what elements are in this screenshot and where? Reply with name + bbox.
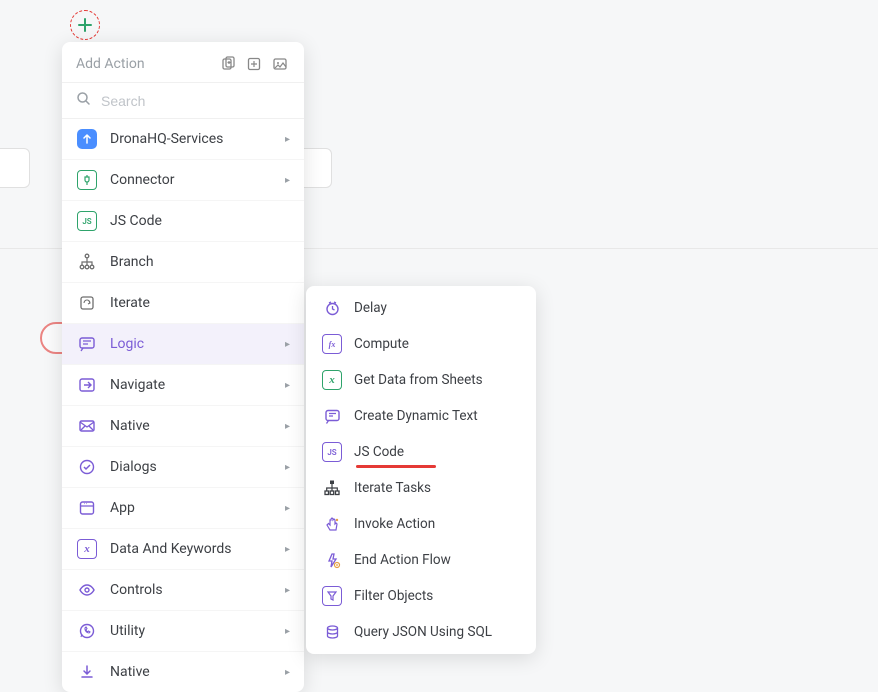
sub-item-label: Iterate Tasks bbox=[354, 480, 431, 496]
menu-item-native-download[interactable]: Native ▸ bbox=[62, 652, 304, 692]
download-icon bbox=[76, 661, 98, 683]
image-icon[interactable] bbox=[270, 54, 290, 74]
menu-item-label: Connector bbox=[110, 172, 285, 188]
bolt-icon bbox=[322, 550, 342, 570]
menu-item-dronahq[interactable]: DronaHQ-Services ▸ bbox=[62, 119, 304, 160]
db-icon bbox=[322, 622, 342, 642]
panel-title: Add Action bbox=[76, 56, 145, 72]
add-action-panel: Add Action DronaHQ-Services bbox=[62, 42, 304, 692]
text-icon bbox=[322, 406, 342, 426]
menu-item-label: DronaHQ-Services bbox=[110, 131, 285, 147]
menu-item-app[interactable]: App ▸ bbox=[62, 488, 304, 529]
logic-icon bbox=[76, 333, 98, 355]
sub-item-label: Create Dynamic Text bbox=[354, 408, 478, 424]
sub-item-dyntext[interactable]: Create Dynamic Text bbox=[306, 398, 536, 434]
chevron-right-icon: ▸ bbox=[285, 134, 290, 145]
menu-item-label: Dialogs bbox=[110, 459, 285, 475]
menu-item-branch[interactable]: Branch ▸ bbox=[62, 242, 304, 283]
sub-item-label: JS Code bbox=[354, 444, 404, 460]
panel-header: Add Action bbox=[62, 42, 304, 82]
sheet-icon: x bbox=[322, 370, 342, 390]
sub-item-label: Query JSON Using SQL bbox=[354, 624, 492, 640]
menu-item-iterate[interactable]: Iterate ▸ bbox=[62, 283, 304, 324]
sub-item-querysql[interactable]: Query JSON Using SQL bbox=[306, 614, 536, 650]
menu-item-label: Navigate bbox=[110, 377, 285, 393]
chevron-right-icon: ▸ bbox=[285, 339, 290, 350]
menu-item-label: Branch bbox=[110, 254, 290, 270]
search-row bbox=[62, 82, 304, 119]
menu-item-label: App bbox=[110, 500, 285, 516]
data-icon: x bbox=[76, 538, 98, 560]
app-icon bbox=[76, 497, 98, 519]
hand-icon bbox=[322, 514, 342, 534]
iterate-icon bbox=[76, 292, 98, 314]
sub-item-label: End Action Flow bbox=[354, 552, 451, 568]
menu-item-label: Native bbox=[110, 418, 285, 434]
sub-item-label: Delay bbox=[354, 300, 387, 316]
chevron-right-icon: ▸ bbox=[285, 503, 290, 514]
js-icon: JS bbox=[76, 210, 98, 232]
copy-icon[interactable] bbox=[218, 54, 238, 74]
sub-item-compute[interactable]: fx Compute bbox=[306, 326, 536, 362]
menu-item-dialogs[interactable]: Dialogs ▸ bbox=[62, 447, 304, 488]
menu-item-jscode[interactable]: JS JS Code ▸ bbox=[62, 201, 304, 242]
chevron-right-icon: ▸ bbox=[285, 667, 290, 678]
menu-item-label: Native bbox=[110, 664, 285, 680]
chevron-right-icon: ▸ bbox=[285, 380, 290, 391]
dronahq-icon bbox=[76, 128, 98, 150]
search-icon bbox=[76, 91, 91, 110]
sub-item-getdata[interactable]: x Get Data from Sheets bbox=[306, 362, 536, 398]
navigate-icon bbox=[76, 374, 98, 396]
sub-item-label: Invoke Action bbox=[354, 516, 435, 532]
fx-icon: fx bbox=[322, 334, 342, 354]
check-circle-icon bbox=[76, 456, 98, 478]
branch-icon bbox=[76, 251, 98, 273]
add-action-plus-button[interactable] bbox=[70, 10, 100, 40]
sub-item-label: Get Data from Sheets bbox=[354, 372, 483, 388]
chevron-right-icon: ▸ bbox=[285, 175, 290, 186]
highlight-underline bbox=[356, 465, 436, 468]
sub-item-iteratetasks[interactable]: Iterate Tasks bbox=[306, 470, 536, 506]
menu-list: DronaHQ-Services ▸ Connector ▸ JS JS Cod… bbox=[62, 119, 304, 692]
plug-icon bbox=[76, 169, 98, 191]
clock-icon bbox=[322, 298, 342, 318]
whatsapp-icon bbox=[76, 620, 98, 642]
menu-item-label: Controls bbox=[110, 582, 285, 598]
mail-icon bbox=[76, 415, 98, 437]
bg-flow-node-left bbox=[0, 148, 30, 188]
bg-flow-node-right bbox=[302, 148, 332, 188]
filter-icon bbox=[322, 586, 342, 606]
sub-item-label: Compute bbox=[354, 336, 409, 352]
js-icon: JS bbox=[322, 442, 342, 462]
chevron-right-icon: ▸ bbox=[285, 462, 290, 473]
menu-item-label: Iterate bbox=[110, 295, 290, 311]
menu-item-label: JS Code bbox=[110, 213, 290, 229]
sub-item-delay[interactable]: Delay bbox=[306, 290, 536, 326]
logic-submenu: Delay fx Compute x Get Data from Sheets … bbox=[306, 286, 536, 654]
sub-item-endflow[interactable]: End Action Flow bbox=[306, 542, 536, 578]
header-icons bbox=[218, 54, 290, 74]
menu-item-native[interactable]: Native ▸ bbox=[62, 406, 304, 447]
chevron-right-icon: ▸ bbox=[285, 544, 290, 555]
menu-item-datakeywords[interactable]: x Data And Keywords ▸ bbox=[62, 529, 304, 570]
plus-icon bbox=[78, 18, 92, 32]
menu-item-logic[interactable]: Logic ▸ bbox=[62, 324, 304, 365]
menu-item-label: Logic bbox=[110, 336, 285, 352]
menu-item-utility[interactable]: Utility ▸ bbox=[62, 611, 304, 652]
eye-icon bbox=[76, 579, 98, 601]
menu-item-label: Data And Keywords bbox=[110, 541, 285, 557]
menu-item-navigate[interactable]: Navigate ▸ bbox=[62, 365, 304, 406]
sub-item-invoke[interactable]: Invoke Action bbox=[306, 506, 536, 542]
menu-item-label: Utility bbox=[110, 623, 285, 639]
sub-item-label: Filter Objects bbox=[354, 588, 433, 604]
chevron-right-icon: ▸ bbox=[285, 585, 290, 596]
menu-item-controls[interactable]: Controls ▸ bbox=[62, 570, 304, 611]
chevron-right-icon: ▸ bbox=[285, 421, 290, 432]
search-input[interactable] bbox=[101, 93, 290, 109]
expand-icon[interactable] bbox=[244, 54, 264, 74]
chevron-right-icon: ▸ bbox=[285, 626, 290, 637]
menu-item-connector[interactable]: Connector ▸ bbox=[62, 160, 304, 201]
tree-icon bbox=[322, 478, 342, 498]
sub-item-filter[interactable]: Filter Objects bbox=[306, 578, 536, 614]
